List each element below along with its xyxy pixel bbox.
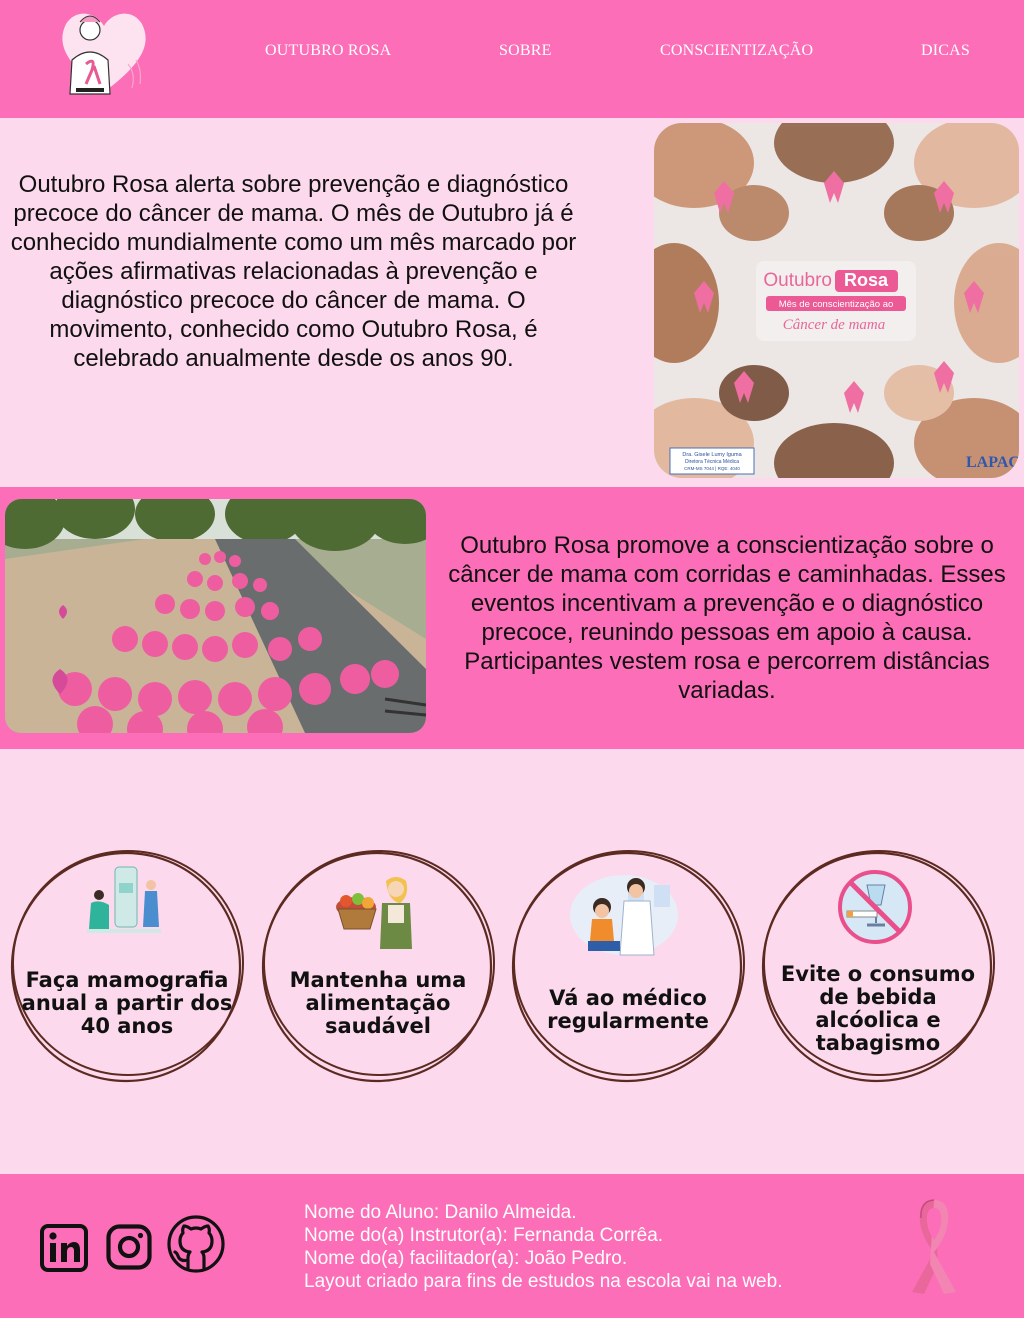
tip-card-no-alcohol-smoking: Evite o consumo de bebida alcóolica e ta… xyxy=(758,845,998,1085)
tip-label: Evite o consumo de bebida alcóolica e ta… xyxy=(780,962,976,1055)
github-icon[interactable] xyxy=(166,1214,226,1279)
hands-ribbons-image: Outubro Rosa Mês de conscientização ao C… xyxy=(654,123,1019,478)
awareness-section: Outubro Rosa promove a conscientização s… xyxy=(0,487,1024,749)
about-text: Outubro Rosa alerta sobre prevenção e di… xyxy=(10,171,577,372)
mammography-icon xyxy=(87,863,161,942)
tip-card-doctor: Vá ao médico regularmente xyxy=(508,845,748,1085)
credits-text: Nome do Aluno: Danilo Almeida. Nome do(a… xyxy=(304,1201,782,1293)
linkedin-icon[interactable] xyxy=(40,1224,88,1277)
tips-section: Faça mamografia anual a partir dos 40 an… xyxy=(0,749,1024,1174)
nav-dicas[interactable]: DICAS xyxy=(921,42,970,60)
image-subtitle: Mês de conscientização ao xyxy=(779,299,894,310)
no-alcohol-no-smoking-icon xyxy=(837,869,913,950)
pink-walk-crowd-image xyxy=(5,499,426,733)
nav-sobre[interactable]: SOBRE xyxy=(499,42,552,60)
pink-ribbon-icon xyxy=(900,1192,968,1296)
instagram-icon[interactable] xyxy=(106,1224,152,1275)
site-header: OUTUBRO ROSA SOBRE CONSCIENTIZAÇÃO DICAS xyxy=(0,0,1024,118)
credit-note: Layout criado para fins de estudos na es… xyxy=(304,1271,783,1292)
woman-pink-ribbon-logo-icon[interactable] xyxy=(56,4,152,96)
image-brand: LAPAC xyxy=(966,454,1019,471)
tip-label: Vá ao médico regularmente xyxy=(547,986,709,1033)
image-title-a: Outubro xyxy=(763,270,832,291)
image-credit-3: CRM-MS 7044 | RQE: 4040 xyxy=(684,466,740,471)
about-section: Outubro Rosa alerta sobre prevenção e di… xyxy=(0,118,1024,487)
image-credit-2: Diretora Técnica Médica xyxy=(685,459,739,465)
healthy-food-icon xyxy=(334,873,420,956)
credit-instructor: Nome do(a) Instrutor(a): Fernanda Corrêa… xyxy=(304,1225,664,1246)
tip-label: Faça mamografia anual a partir dos 40 an… xyxy=(21,968,233,1038)
site-footer: Nome do Aluno: Danilo Almeida. Nome do(a… xyxy=(0,1174,1024,1318)
credit-student: Nome do Aluno: Danilo Almeida. xyxy=(304,1202,577,1223)
credit-facilitator: Nome do(a) facilitador(a): João Pedro. xyxy=(304,1248,628,1269)
doctor-visit-icon xyxy=(568,871,680,962)
nav-outubro-rosa[interactable]: OUTUBRO ROSA xyxy=(265,42,391,60)
tip-card-mammography: Faça mamografia anual a partir dos 40 an… xyxy=(7,845,247,1085)
image-credit-1: Dra. Gisele Lumy Iguma xyxy=(682,452,742,458)
nav-conscientizacao[interactable]: CONSCIENTIZAÇÃO xyxy=(660,42,813,60)
awareness-text: Outubro Rosa promove a conscientização s… xyxy=(448,532,1006,704)
tip-card-healthy-food: Mantenha uma alimentação saudável xyxy=(258,845,498,1085)
image-subtitle-2: Câncer de mama xyxy=(783,317,885,333)
image-title-b: Rosa xyxy=(844,270,889,290)
tip-label: Mantenha uma alimentação saudável xyxy=(289,968,467,1038)
